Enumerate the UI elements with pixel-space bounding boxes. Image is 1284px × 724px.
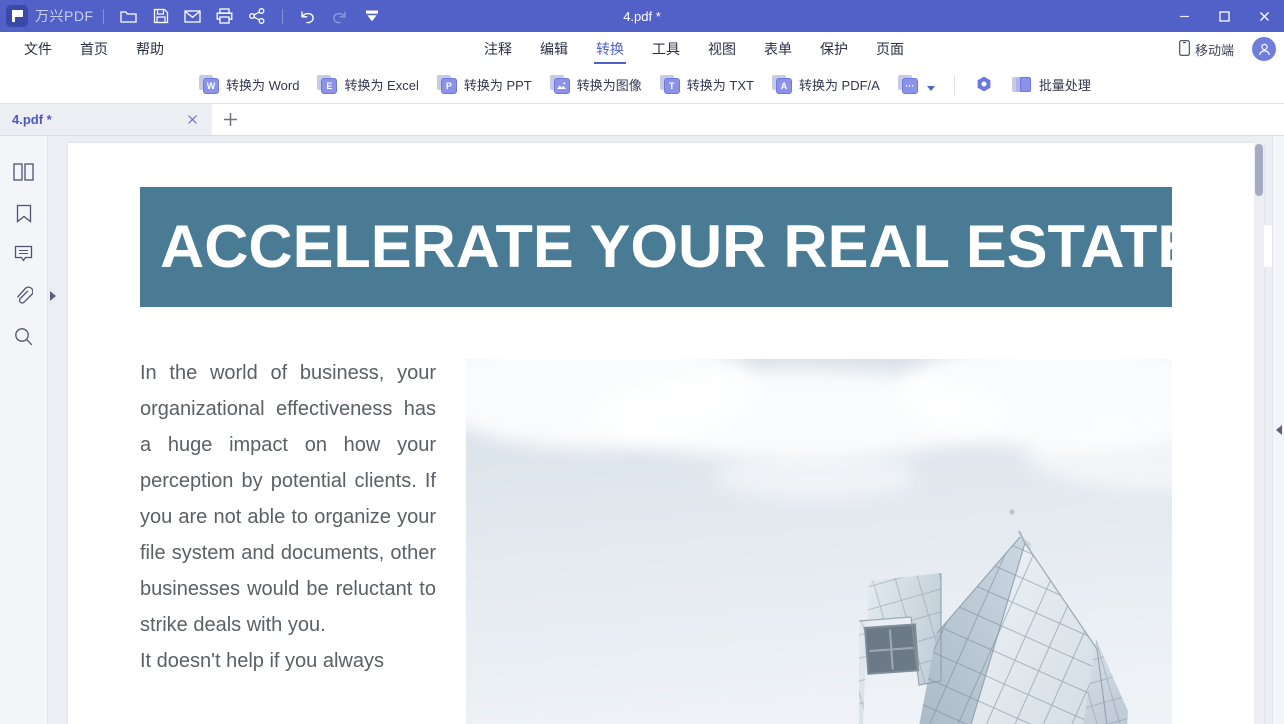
convert-ribbon: W 转换为 Word E 转换为 Excel P 转换为 PPT 转换为图像 T… [0, 66, 1284, 104]
comment-icon[interactable] [9, 242, 39, 266]
menu-item-file[interactable]: 文件 [10, 32, 66, 66]
tab-view[interactable]: 视图 [694, 32, 750, 66]
document-tab-strip: 4.pdf * [0, 104, 1284, 136]
document-banner-title: ACCELERATE YOUR REAL ESTATE DEALS [160, 213, 1284, 280]
new-tab-button[interactable] [212, 104, 248, 135]
print-icon[interactable] [209, 0, 241, 32]
app-logo-icon [6, 5, 28, 27]
bookmark-icon[interactable] [9, 201, 39, 225]
convert-to-image-label: 转换为图像 [576, 78, 642, 93]
convert-to-pdfa-label: 转换为 PDF/A [798, 78, 880, 93]
convert-to-word-label: 转换为 Word [226, 78, 300, 93]
ribbon-tabs: 注释 编辑 转换 工具 视图 表单 保护 页面 [470, 32, 918, 66]
convert-to-word-icon: W [199, 74, 219, 95]
title-bar: 万兴PDF 4.pdf * [0, 0, 1284, 32]
pdf-page: ACCELERATE YOUR REAL ESTATE DEALS In the… [68, 143, 1284, 724]
toolbar-divider-1 [102, 8, 104, 24]
toolbar-divider-2 [281, 8, 283, 24]
convert-to-ppt-icon: P [436, 74, 457, 95]
menu-item-home[interactable]: 首页 [66, 32, 122, 66]
redo-icon[interactable] [324, 0, 356, 32]
attachment-icon[interactable] [9, 283, 39, 307]
more-formats-icon: ··· [897, 74, 918, 95]
convert-to-word-button[interactable]: W 转换为 Word [190, 70, 308, 100]
email-icon[interactable] [177, 0, 209, 32]
document-body-column: In the world of business, your organizat… [140, 355, 436, 679]
expand-sidebar-button[interactable] [48, 286, 58, 306]
chevron-left-icon [1275, 425, 1282, 435]
mobile-app-button[interactable]: 移动端 [1171, 39, 1242, 59]
convert-to-image-button[interactable]: 转换为图像 [541, 70, 651, 100]
minimize-button[interactable] [1164, 0, 1204, 32]
convert-to-excel-button[interactable]: E 转换为 Excel [308, 70, 427, 100]
tab-protect[interactable]: 保护 [806, 32, 862, 66]
batch-process-icon [1011, 76, 1032, 94]
convert-more-button[interactable]: ··· [889, 70, 944, 100]
pdf-viewer[interactable]: ACCELERATE YOUR REAL ESTATE DEALS In the… [48, 136, 1284, 724]
batch-process-button[interactable]: 批量处理 [1003, 70, 1100, 100]
chevron-down-icon[interactable] [926, 86, 935, 91]
tab-form[interactable]: 表单 [750, 32, 806, 66]
convert-to-excel-label: 转换为 Excel [344, 78, 419, 93]
document-tab-label: 4.pdf * [12, 112, 52, 127]
search-icon[interactable] [9, 324, 39, 348]
menu-right-group: 移动端 [1171, 32, 1276, 66]
right-panel-toggle[interactable] [1272, 136, 1284, 724]
share-icon[interactable] [241, 0, 273, 32]
ribbon-divider [953, 74, 955, 95]
save-icon[interactable] [145, 0, 177, 32]
convert-to-ppt-label: 转换为 PPT [463, 78, 532, 93]
tab-annotate[interactable]: 注释 [470, 32, 526, 66]
menu-left-group: 文件 首页 帮助 [10, 32, 178, 66]
customize-toolbar-icon[interactable] [356, 0, 388, 32]
batch-process-label: 批量处理 [1038, 78, 1091, 93]
undo-icon[interactable] [292, 0, 324, 32]
close-button[interactable] [1244, 0, 1284, 32]
convert-to-txt-button[interactable]: T 转换为 TXT [651, 70, 763, 100]
maximize-button[interactable] [1204, 0, 1244, 32]
convert-to-pdfa-icon: A [771, 74, 792, 95]
document-paragraph-2: It doesn't help if you always [140, 650, 384, 672]
document-banner: ACCELERATE YOUR REAL ESTATE DEALS [140, 187, 1284, 307]
ocr-button[interactable] [965, 70, 1003, 100]
tab-convert[interactable]: 转换 [582, 32, 638, 66]
ocr-icon [974, 75, 994, 95]
scrollbar-thumb[interactable] [1255, 144, 1263, 196]
tab-page[interactable]: 页面 [862, 32, 918, 66]
menu-item-help[interactable]: 帮助 [122, 32, 178, 66]
convert-to-ppt-button[interactable]: P 转换为 PPT [428, 70, 541, 100]
tab-edit[interactable]: 编辑 [526, 32, 582, 66]
document-tab[interactable]: 4.pdf * [0, 104, 212, 135]
document-paragraph-1: In the world of business, your organizat… [140, 362, 436, 636]
menu-bar: 文件 首页 帮助 注释 编辑 转换 工具 视图 表单 保护 页面 移动端 [0, 32, 1284, 66]
mobile-app-label: 移动端 [1194, 42, 1234, 58]
convert-to-pdfa-button[interactable]: A 转换为 PDF/A [763, 70, 889, 100]
close-icon[interactable] [184, 112, 200, 128]
convert-to-image-icon [549, 74, 570, 95]
left-sidebar [0, 136, 48, 724]
thumbnails-icon[interactable] [9, 160, 39, 184]
open-folder-icon[interactable] [113, 0, 145, 32]
convert-to-txt-label: 转换为 TXT [686, 78, 754, 93]
vertical-scrollbar[interactable] [1254, 136, 1264, 724]
tab-tools[interactable]: 工具 [638, 32, 694, 66]
app-brand-label: 万兴PDF [35, 8, 94, 24]
avatar[interactable] [1252, 37, 1276, 61]
mobile-phone-icon [1179, 39, 1190, 59]
convert-to-txt-icon: T [659, 74, 680, 95]
convert-to-excel-icon: E [317, 74, 338, 95]
document-photo [466, 359, 1172, 724]
